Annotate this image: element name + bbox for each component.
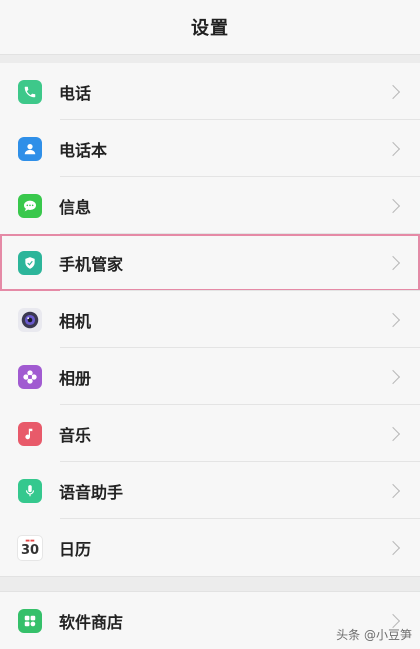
contacts-icon: [18, 136, 42, 161]
settings-item-label: 音乐: [59, 425, 92, 445]
settings-item-album[interactable]: 相册: [0, 348, 420, 405]
album-icon: [18, 364, 42, 389]
camera-icon: [18, 307, 42, 332]
settings-item-messages[interactable]: 信息: [0, 177, 420, 234]
settings-item-phone-manager[interactable]: 手机管家: [0, 234, 420, 291]
settings-item-label: 日历: [59, 539, 92, 559]
settings-item-label: 电话本: [59, 140, 108, 160]
app-store-icon: [18, 608, 42, 633]
settings-list: 电话 电话本 信息 手机管家 相机 相册 音乐 语音助手 ▬▬ 30 日历: [0, 63, 420, 576]
settings-item-music[interactable]: 音乐: [0, 405, 420, 462]
settings-item-voice-assistant[interactable]: 语音助手: [0, 462, 420, 519]
chevron-right-icon: [385, 84, 401, 99]
chevron-right-icon: [385, 141, 401, 156]
settings-item-label: 相机: [59, 311, 92, 331]
chevron-right-icon: [385, 483, 401, 498]
settings-item-label: 手机管家: [59, 254, 124, 274]
page-title: 设置: [191, 18, 229, 39]
section-gap: [0, 55, 420, 63]
settings-item-label: 语音助手: [59, 482, 124, 502]
section-gap: [0, 576, 420, 592]
calendar-icon-day: 30: [20, 542, 40, 558]
chevron-right-icon: [385, 426, 401, 441]
chevron-right-icon: [385, 369, 401, 384]
settings-item-label: 信息: [59, 197, 92, 217]
message-icon: [18, 193, 42, 218]
chevron-right-icon: [385, 255, 401, 270]
watermark: 头条 @小豆笋: [336, 628, 412, 642]
settings-item-phone[interactable]: 电话: [0, 63, 420, 120]
calendar-icon: ▬▬ 30: [18, 535, 42, 560]
music-icon: [18, 421, 42, 446]
microphone-icon: [18, 478, 42, 503]
phone-icon: [18, 79, 42, 104]
settings-item-label: 电话: [59, 83, 92, 103]
settings-item-label: 相册: [59, 368, 92, 388]
settings-item-calendar[interactable]: ▬▬ 30 日历: [0, 519, 420, 576]
settings-item-camera[interactable]: 相机: [0, 291, 420, 348]
settings-item-contacts[interactable]: 电话本: [0, 120, 420, 177]
chevron-right-icon: [385, 312, 401, 327]
top-bar: 设置: [0, 0, 420, 55]
shield-icon: [18, 250, 42, 275]
chevron-right-icon: [385, 540, 401, 555]
chevron-right-icon: [385, 198, 401, 213]
